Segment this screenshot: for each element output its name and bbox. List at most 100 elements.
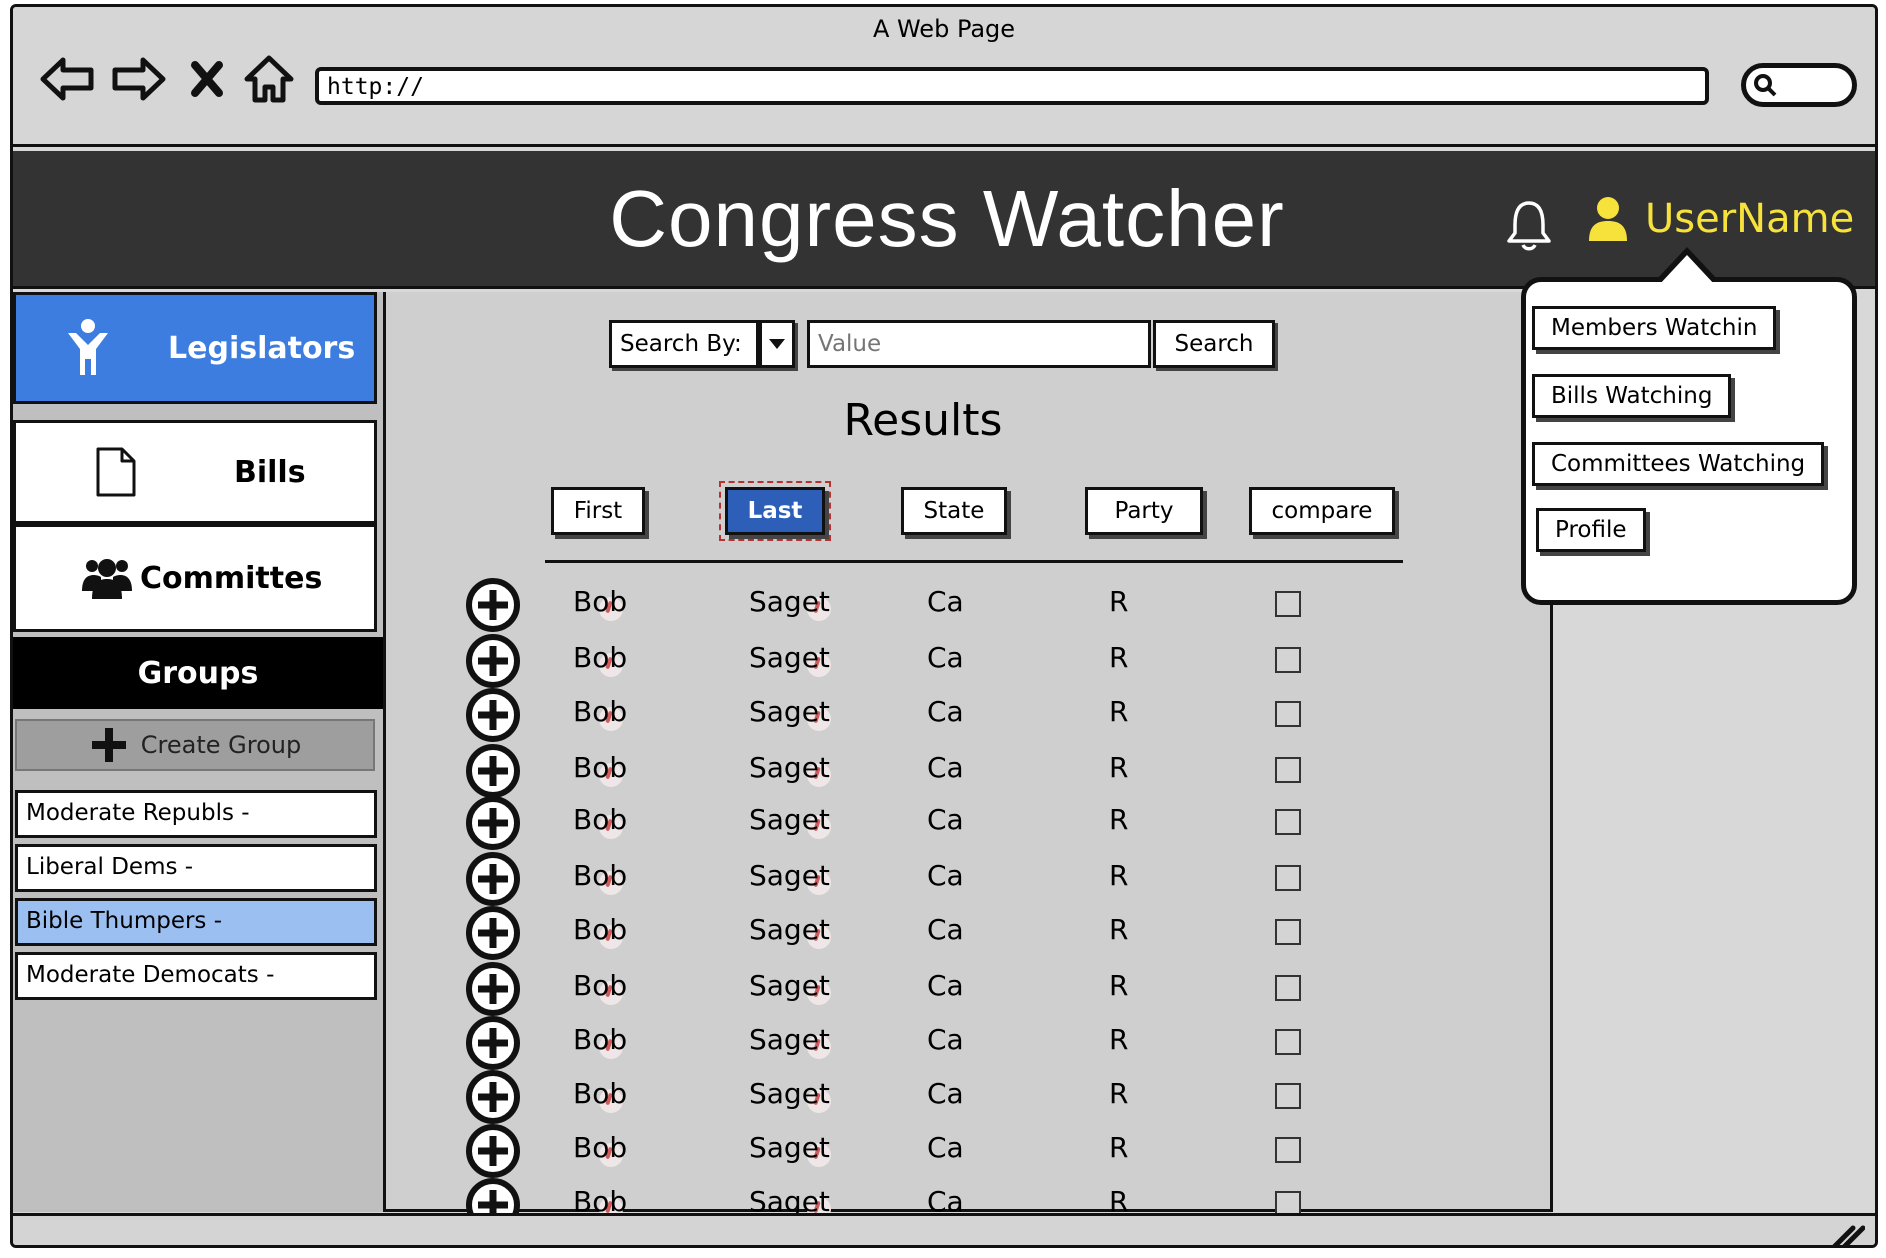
browser-window: A Web Page http:// Congress Watcher User… <box>10 4 1878 1248</box>
add-circle-icon[interactable] <box>465 743 521 799</box>
back-button[interactable] <box>39 51 95 107</box>
cell-state: Ca <box>927 1023 964 1056</box>
cell-party: R <box>1109 1131 1129 1164</box>
compare-checkbox[interactable] <box>1275 975 1301 1001</box>
table-row: Bob Saget Ca R <box>453 743 1433 799</box>
cell-party: R <box>1109 859 1129 892</box>
menu-item-profile[interactable]: Profile <box>1536 508 1646 552</box>
cell-party: R <box>1109 969 1129 1002</box>
compare-checkbox[interactable] <box>1275 809 1301 835</box>
cell-party: R <box>1109 751 1129 784</box>
search-button[interactable]: Search <box>1153 320 1275 368</box>
compare-checkbox[interactable] <box>1275 1137 1301 1163</box>
user-menu-toggle[interactable]: UserName <box>1587 195 1854 243</box>
group-item[interactable]: Moderate Democats - <box>15 952 377 1000</box>
add-circle-icon[interactable] <box>465 795 521 851</box>
menu-item-members-watching[interactable]: Members Watchin <box>1532 306 1777 350</box>
cell-first-name: Bob <box>573 1023 628 1056</box>
chevron-down-icon <box>769 339 785 349</box>
add-circle-icon[interactable] <box>465 577 521 633</box>
add-circle-icon[interactable] <box>465 1069 521 1125</box>
cell-party: R <box>1109 1077 1129 1110</box>
cell-state: Ca <box>927 641 964 674</box>
search-by-dropdown-button[interactable] <box>759 320 795 368</box>
cell-first-name: Bob <box>573 585 628 618</box>
column-header-compare[interactable]: compare <box>1249 487 1395 535</box>
cell-last-name: Saget <box>749 695 830 728</box>
sidebar-item-bills[interactable]: Bills <box>13 420 377 524</box>
table-row: Bob Saget Ca R <box>453 1015 1433 1071</box>
person-icon <box>68 319 108 375</box>
compare-checkbox[interactable] <box>1275 647 1301 673</box>
document-icon <box>96 447 136 497</box>
table-row: Bob Saget Ca R <box>453 795 1433 851</box>
cell-state: Ca <box>927 969 964 1002</box>
cell-first-name: Bob <box>573 641 628 674</box>
cell-state: Ca <box>927 913 964 946</box>
browser-search-field[interactable] <box>1741 63 1857 107</box>
add-circle-icon[interactable] <box>465 905 521 961</box>
column-header-last[interactable]: Last <box>719 481 831 541</box>
compare-checkbox[interactable] <box>1275 1029 1301 1055</box>
add-circle-icon[interactable] <box>465 1123 521 1179</box>
back-arrow-icon <box>40 57 94 101</box>
group-item[interactable]: Moderate Republs - <box>15 790 377 838</box>
notifications-button[interactable] <box>1499 195 1559 255</box>
menu-item-bills-watching[interactable]: Bills Watching <box>1532 374 1732 418</box>
create-group-label: Create Group <box>140 731 302 759</box>
add-circle-icon[interactable] <box>465 1015 521 1071</box>
user-icon <box>1589 197 1627 241</box>
plus-icon <box>91 728 126 762</box>
window-title: A Web Page <box>872 15 1016 43</box>
cell-party: R <box>1109 1023 1129 1056</box>
sidebar-item-committes[interactable]: Committes <box>13 524 377 632</box>
compare-checkbox[interactable] <box>1275 591 1301 617</box>
home-button[interactable] <box>241 51 297 107</box>
cell-last-name: Saget <box>749 859 830 892</box>
cell-state: Ca <box>927 1131 964 1164</box>
cell-first-name: Bob <box>573 969 628 1002</box>
compare-checkbox[interactable] <box>1275 919 1301 945</box>
group-item[interactable]: Liberal Dems - <box>15 844 377 892</box>
add-circle-icon[interactable] <box>465 687 521 743</box>
app-header: Congress Watcher UserName <box>13 151 1875 289</box>
table-row: Bob Saget Ca R <box>453 851 1433 907</box>
search-value-input[interactable] <box>807 320 1151 368</box>
compare-checkbox[interactable] <box>1275 865 1301 891</box>
menu-item-committees-watching[interactable]: Committees Watching <box>1532 442 1825 486</box>
browser-titlebar: A Web Page http:// <box>13 7 1875 147</box>
sidebar: Legislators Bills Committes Groups Creat… <box>13 292 383 1212</box>
cell-party: R <box>1109 913 1129 946</box>
compare-checkbox[interactable] <box>1275 757 1301 783</box>
resize-grip-icon[interactable] <box>1829 1224 1865 1248</box>
sidebar-item-legislators[interactable]: Legislators <box>13 292 377 404</box>
add-circle-icon[interactable] <box>465 633 521 689</box>
sidebar-item-label: Bills <box>234 454 306 490</box>
column-header-party[interactable]: Party <box>1085 487 1203 535</box>
add-circle-icon[interactable] <box>465 851 521 907</box>
search-icon <box>1754 74 1777 97</box>
group-icon <box>82 559 132 599</box>
forward-arrow-icon <box>112 57 166 101</box>
url-bar[interactable]: http:// <box>315 67 1709 105</box>
cell-first-name: Bob <box>573 751 628 784</box>
column-header-state[interactable]: State <box>901 487 1007 535</box>
compare-checkbox[interactable] <box>1275 701 1301 727</box>
add-circle-icon[interactable] <box>465 961 521 1017</box>
forward-button[interactable] <box>111 51 167 107</box>
column-header-first[interactable]: First <box>551 487 645 535</box>
create-group-button[interactable]: Create Group <box>15 719 375 771</box>
user-menu-pointer-fill <box>1659 255 1715 285</box>
cell-state: Ca <box>927 1077 964 1110</box>
cell-first-name: Bob <box>573 1131 628 1164</box>
compare-checkbox[interactable] <box>1275 1083 1301 1109</box>
cell-last-name: Saget <box>749 913 830 946</box>
sidebar-item-label: Committes <box>140 560 323 596</box>
cell-first-name: Bob <box>573 803 628 836</box>
search-by-select[interactable]: Search By: <box>609 320 759 368</box>
cell-last-name: Saget <box>749 641 830 674</box>
stop-button[interactable] <box>179 51 235 107</box>
user-menu-dropdown: Members Watchin Bills Watching Committee… <box>1521 277 1857 605</box>
cell-last-name: Saget <box>749 803 830 836</box>
group-item[interactable]: Bible Thumpers - <box>15 898 377 946</box>
